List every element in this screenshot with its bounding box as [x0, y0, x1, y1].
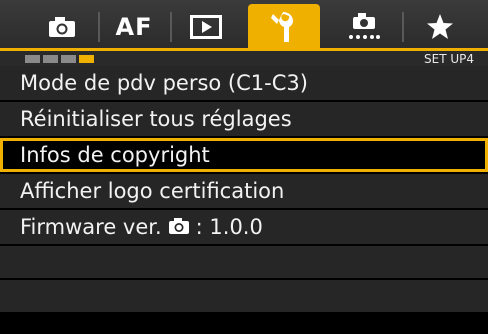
page-dot: [61, 55, 76, 63]
page-dots: [25, 55, 94, 63]
menu-item-reset-settings[interactable]: Réinitialiser tous réglages: [0, 102, 488, 136]
star-icon: [427, 14, 453, 39]
tab-my-menu[interactable]: [412, 6, 468, 48]
camera-icon: [168, 216, 190, 240]
tab-custom-functions[interactable]: [334, 6, 394, 48]
tab-playback[interactable]: [178, 6, 234, 48]
empty-menu-row: [0, 280, 488, 312]
menu-item-custom-shooting-mode[interactable]: Mode de pdv perso (C1-C3): [0, 66, 488, 100]
tab-af[interactable]: AF: [106, 6, 162, 48]
tab-divider: [402, 12, 404, 42]
tab-divider: [98, 12, 100, 42]
tab-setup[interactable]: [248, 4, 320, 50]
setup-menu-list: Mode de pdv perso (C1-C3) Réinitialiser …: [0, 66, 488, 314]
menu-item-copyright-info[interactable]: Infos de copyright: [0, 138, 488, 172]
menu-item-label: Firmware ver. : 1.0.0: [20, 215, 263, 240]
page-dot-active: [79, 55, 94, 63]
menu-item-firmware-version[interactable]: Firmware ver. : 1.0.0: [0, 210, 488, 244]
menu-tab-bar: AF: [0, 0, 488, 52]
empty-menu-row: [0, 246, 488, 278]
page-label: SET UP4: [424, 52, 474, 66]
camera-icon: [49, 17, 75, 37]
menu-item-label: Infos de copyright: [20, 143, 210, 167]
play-icon: [190, 15, 222, 39]
firmware-label: Firmware ver.: [20, 214, 162, 239]
menu-item-certification-logo[interactable]: Afficher logo certification: [0, 174, 488, 208]
firmware-version-value: : 1.0.0: [195, 214, 263, 239]
tab-divider: [170, 12, 172, 42]
camera-menu-screen: AF SET UP4 Mode de pdv perso (C1-C3) Réi…: [0, 0, 488, 334]
menu-item-label: Afficher logo certification: [20, 179, 285, 203]
menu-item-label: Réinitialiser tous réglages: [20, 107, 292, 131]
page-dot: [25, 55, 40, 63]
wrench-icon: [271, 12, 293, 42]
page-dot: [43, 55, 58, 63]
tab-camera[interactable]: [38, 6, 86, 48]
custom-function-icon: [349, 13, 380, 39]
tab-af-label: AF: [115, 13, 153, 41]
menu-item-label: Mode de pdv perso (C1-C3): [20, 71, 308, 95]
